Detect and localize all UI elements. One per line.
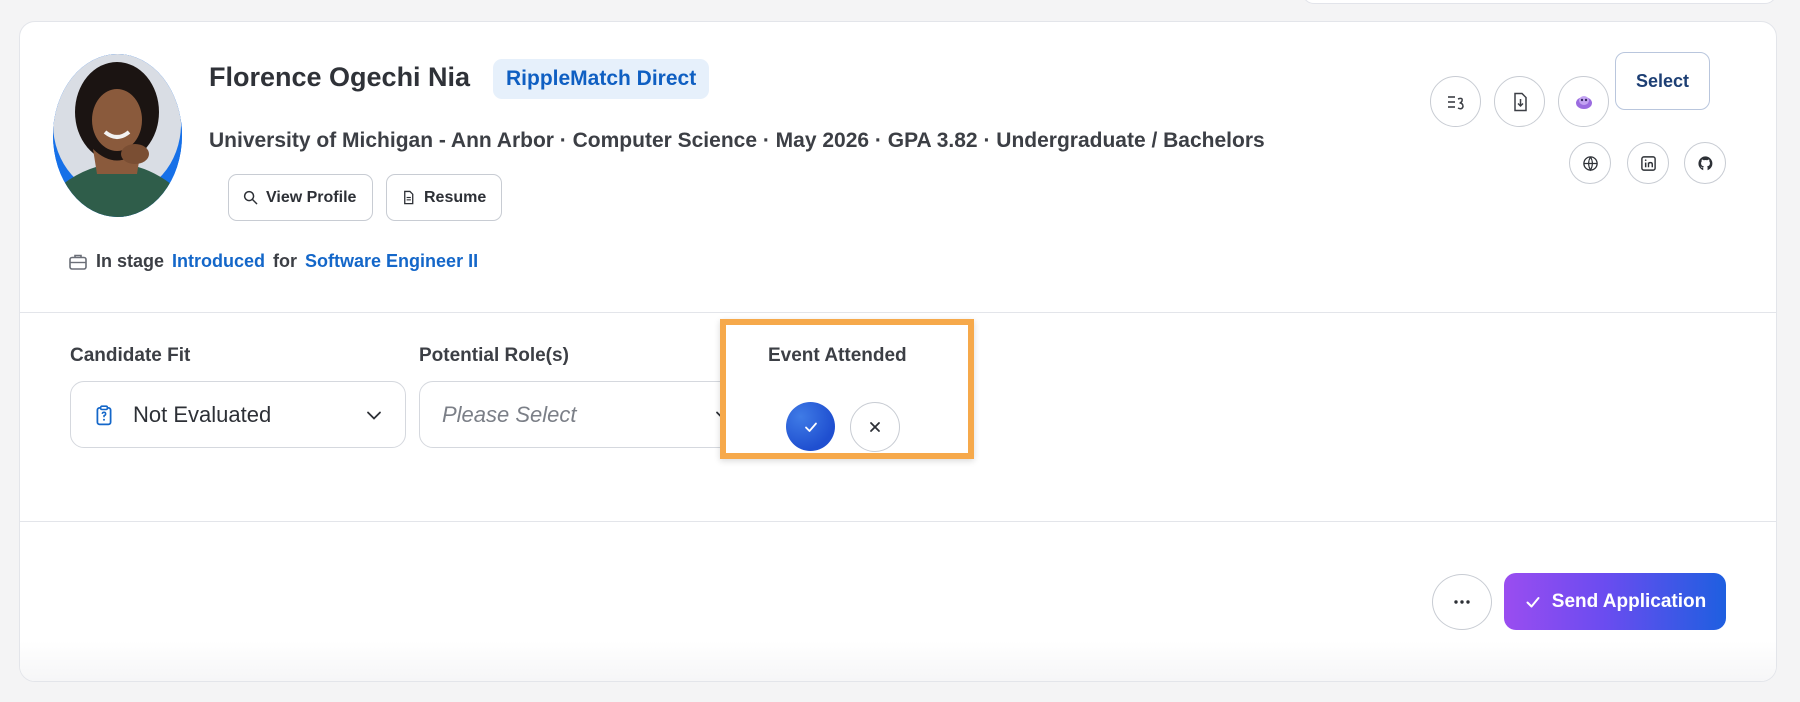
potential-roles-placeholder: Please Select xyxy=(442,401,577,427)
more-actions-button[interactable] xyxy=(1432,574,1492,630)
candidate-education-meta: University of Michigan - Ann Arbor · Com… xyxy=(209,129,1265,152)
stage-info: In stage Introduced for Software Enginee… xyxy=(68,251,478,272)
event-attended-no-button[interactable] xyxy=(850,402,900,452)
globe-icon xyxy=(1582,155,1598,171)
chevron-down-icon xyxy=(367,411,381,420)
check-icon xyxy=(804,422,817,432)
send-application-button[interactable]: Send Application xyxy=(1504,573,1726,630)
check-icon xyxy=(1526,596,1540,607)
briefcase-icon xyxy=(69,254,87,270)
ai-assistant-icon xyxy=(1575,95,1592,109)
scorecard-button[interactable] xyxy=(1430,76,1481,127)
portfolio-link-button[interactable] xyxy=(1569,142,1611,184)
source-badge: RippleMatch Direct xyxy=(493,59,710,99)
top-search-container xyxy=(1302,0,1777,4)
stage-connector: for xyxy=(273,251,298,271)
linkedin-link-button[interactable] xyxy=(1627,142,1669,184)
github-link-button[interactable] xyxy=(1684,142,1726,184)
view-profile-label: View Profile xyxy=(266,188,357,206)
event-attended-highlight xyxy=(720,319,974,459)
event-attended-yes-button[interactable] xyxy=(786,402,835,451)
close-icon xyxy=(870,422,880,432)
clipboard-icon xyxy=(96,404,112,425)
github-icon xyxy=(1697,155,1712,170)
search-icon xyxy=(243,190,258,205)
view-profile-button[interactable]: View Profile xyxy=(228,174,373,221)
resume-label: Resume xyxy=(424,188,487,206)
download-doc-icon xyxy=(1513,92,1527,111)
select-button[interactable]: Select xyxy=(1615,52,1710,110)
section-divider xyxy=(19,521,1777,522)
avatar xyxy=(53,54,182,217)
candidate-fit-value: Not Evaluated xyxy=(133,401,272,427)
resume-button[interactable]: Resume xyxy=(386,174,502,221)
potential-roles-label: Potential Role(s) xyxy=(419,345,569,366)
linkedin-icon xyxy=(1640,155,1656,171)
document-icon xyxy=(404,190,414,205)
candidate-fit-dropdown[interactable]: Not Evaluated xyxy=(70,381,406,448)
potential-roles-dropdown[interactable]: Please Select xyxy=(419,381,755,448)
ai-assistant-button[interactable] xyxy=(1558,76,1609,127)
stage-name-link[interactable]: Introduced xyxy=(172,251,265,272)
send-application-label: Send Application xyxy=(1551,590,1707,612)
role-link[interactable]: Software Engineer II xyxy=(305,251,478,272)
list-score-icon xyxy=(1447,95,1464,109)
candidate-fit-label: Candidate Fit xyxy=(70,345,191,366)
section-divider xyxy=(19,312,1777,313)
download-resume-button[interactable] xyxy=(1494,76,1545,127)
event-attended-label: Event Attended xyxy=(768,345,907,366)
stage-prefix: In stage xyxy=(96,251,165,271)
candidate-name: Florence Ogechi Nia xyxy=(209,62,471,92)
more-icon xyxy=(1454,600,1470,604)
